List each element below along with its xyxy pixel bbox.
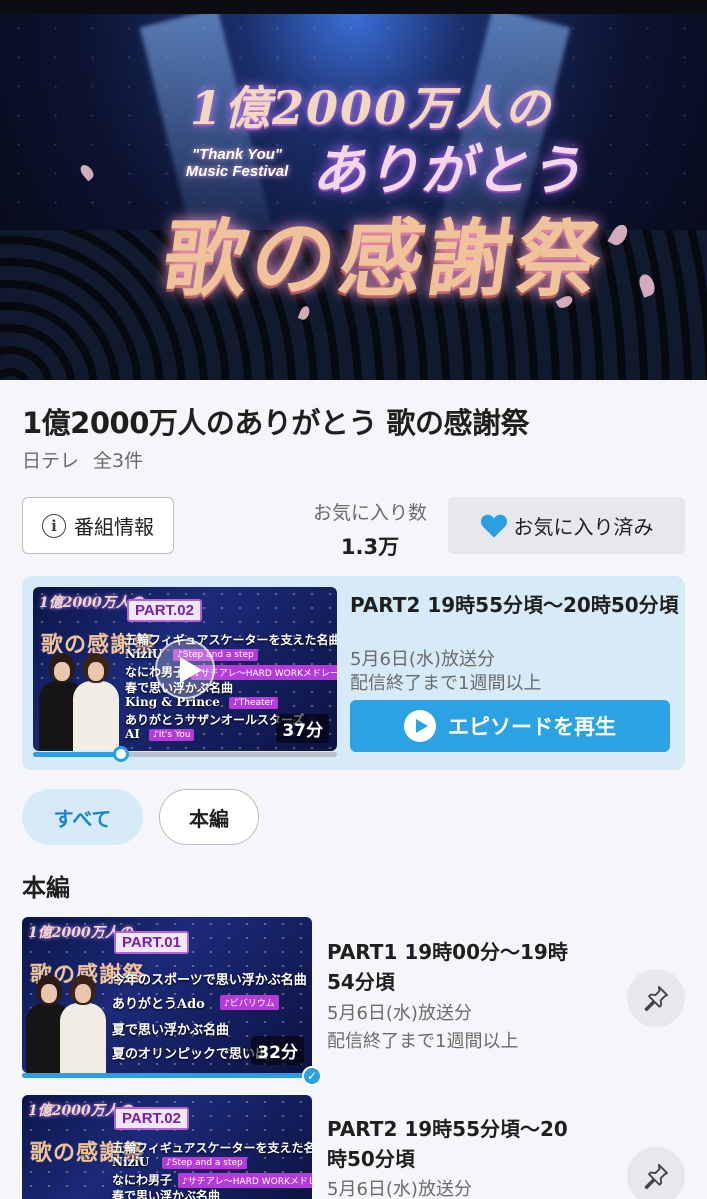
episode-availability: 配信終了まで1週間以上 — [327, 1031, 519, 1052]
network-label: 日テレ — [22, 450, 80, 472]
favorite-count-label: お気に入り数 — [312, 502, 427, 524]
play-circle-icon — [404, 710, 436, 742]
pin-icon — [644, 1163, 669, 1190]
status-bar — [0, 0, 707, 14]
filter-all[interactable]: すべて — [22, 789, 143, 845]
episode-thumbnail[interactable]: 1億2000万人の 歌の感謝祭 PART.01 今年のスポーツで思い浮かぶ名曲 … — [22, 917, 312, 1073]
play-episode-button[interactable]: エピソードを再生 — [350, 700, 670, 752]
thumb-text-line: ありがとうAdo — [112, 997, 205, 1012]
watch-progress-fill — [33, 752, 122, 757]
thumb-text-line: King & Prince — [125, 695, 220, 709]
play-icon[interactable] — [155, 639, 215, 699]
watch-progress — [22, 1073, 312, 1078]
watch-progress — [33, 746, 337, 762]
show-title: 1億2000万人のありがとう 歌の感謝祭 — [22, 406, 530, 440]
watch-progress-fill — [22, 1073, 312, 1078]
thumb-text-line: 五輪フィギュアスケーターを支えた名曲 — [125, 633, 337, 647]
episode-duration: 32分 — [251, 1036, 304, 1065]
thumb-part-tag: PART.01 — [114, 931, 189, 954]
featured-episode-card[interactable]: 1億2000万人の 歌の感謝祭 PART.02 五輪フィギュアスケーターを支えた… — [22, 576, 685, 770]
featured-episode-title: PART2 19時55分頃〜20時50分頃 — [350, 593, 679, 617]
info-icon: i — [42, 513, 66, 538]
thumb-text-line: 夏で思い浮かぶ名曲 — [112, 1023, 230, 1038]
show-meta: 日テレ 全3件 — [22, 446, 143, 473]
heart-icon — [480, 514, 507, 538]
pin-icon — [644, 985, 669, 1012]
thumb-song-chip: ♪Theater — [229, 697, 278, 709]
episode-title-line2: 54分頃 — [327, 970, 395, 994]
episode-title-line1: PART1 19時00分〜19時 — [327, 940, 568, 964]
thumb-song-chip: ♪Step and a step — [162, 1157, 247, 1169]
watch-progress-knob[interactable] — [113, 746, 130, 762]
pin-button[interactable] — [627, 969, 685, 1027]
watched-check-icon: ✓ — [302, 1066, 322, 1086]
thumb-text-line: なにわ男子 — [112, 1173, 173, 1187]
hero-title-line3: 歌の感謝祭 — [157, 209, 612, 308]
program-info-label: 番組情報 — [74, 515, 154, 539]
thumb-part-tag: PART.02 — [114, 1107, 189, 1130]
episode-count: 全3件 — [93, 450, 144, 472]
program-info-button[interactable]: i 番組情報 — [22, 497, 174, 554]
thumb-text-line: 今年のスポーツで思い浮かぶ名曲 — [112, 973, 307, 988]
episode-broadcast-date: 5月6日(水)放送分 — [327, 1003, 472, 1024]
thumb-song-chip: ♪サチアレ〜HARD WORKメドレー — [178, 1173, 312, 1188]
thumb-song-chip: ♪ビバリウム — [220, 995, 279, 1010]
section-title: 本編 — [22, 874, 70, 902]
host-figure — [73, 653, 119, 751]
episode-thumbnail[interactable]: 1億2000万人の 歌の感謝祭 PART.02 五輪フィギュアスケーターを支えた… — [22, 1095, 312, 1199]
favorite-button-label: お気に入り済み — [513, 515, 654, 539]
thumb-part-tag: PART.02 — [127, 599, 202, 622]
pin-button[interactable] — [627, 1147, 685, 1199]
favorite-count: お気に入り数 1.3万 — [300, 498, 440, 561]
episode-title-line2: 時50分頃 — [327, 1147, 415, 1171]
hero-banner: 1億2000万人の "Thank You" Music Festival ありが… — [0, 14, 707, 380]
hero-english-title: "Thank You" Music Festival — [185, 146, 289, 180]
thumb-song-chip: ♪It's You — [149, 729, 195, 741]
featured-availability: 配信終了まで1週間以上 — [350, 673, 542, 694]
filter-main[interactable]: 本編 — [159, 789, 259, 845]
featured-broadcast-date: 5月6日(水)放送分 — [350, 649, 495, 670]
host-figure — [60, 975, 106, 1073]
episode-duration: 37分 — [276, 714, 329, 743]
favorite-button[interactable]: お気に入り済み — [448, 497, 685, 554]
thumb-text-line: 五輪フィギュアスケーターを支えた名曲 — [112, 1141, 312, 1155]
featured-thumbnail[interactable]: 1億2000万人の 歌の感謝祭 PART.02 五輪フィギュアスケーターを支えた… — [33, 587, 337, 751]
thumb-text-line: 夏のオリンピックで思い出 — [112, 1047, 269, 1062]
thumb-text-line: NiziU — [112, 1155, 150, 1169]
episode-broadcast-date: 5月6日(水)放送分 — [327, 1179, 472, 1199]
thumb-text-line: AI — [125, 727, 140, 741]
play-episode-label: エピソードを再生 — [448, 715, 616, 739]
favorite-count-value: 1.3万 — [340, 535, 400, 559]
thumb-text-line: 春で思い浮かぶ名曲 — [112, 1189, 221, 1199]
episode-title-line1: PART2 19時55分頃〜20 — [327, 1117, 568, 1141]
